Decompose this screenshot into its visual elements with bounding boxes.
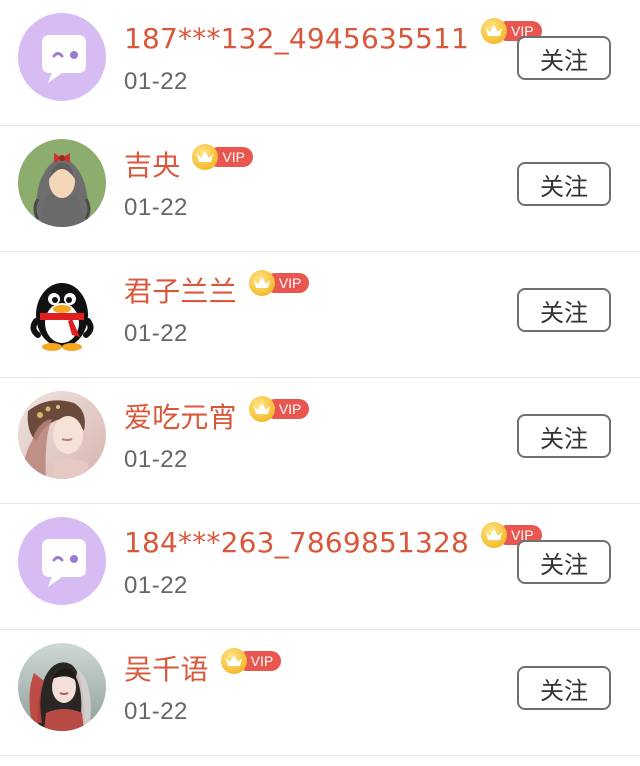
follow-date: 01-22 <box>124 194 188 221</box>
name-line: 184***263_7869851328 VIP <box>124 522 542 562</box>
default-chat-avatar-icon <box>18 517 106 605</box>
list-item[interactable]: 吉央 VIP 01-22 关注 <box>0 126 640 252</box>
user-name[interactable]: 184***263_7869851328 <box>124 526 469 559</box>
follow-date: 01-22 <box>124 320 188 347</box>
vip-badge: VIP <box>220 648 282 674</box>
default-chat-avatar-icon <box>18 13 106 101</box>
follow-button[interactable]: 关注 <box>517 36 611 80</box>
list-item[interactable]: 爱吃元宵 VIP 01-22 关注 <box>0 378 640 504</box>
name-line: 爱吃元宵 VIP <box>124 396 310 436</box>
ancient-girl-photo-avatar-icon <box>18 391 106 479</box>
list-item[interactable]: 君子兰兰 VIP 01-22 关注 <box>0 252 640 378</box>
girl-with-bow-avatar-icon <box>18 139 106 227</box>
follow-button[interactable]: 关注 <box>517 540 611 584</box>
vip-badge: VIP <box>248 270 310 296</box>
crown-icon <box>220 648 247 674</box>
vip-badge: VIP <box>248 396 310 422</box>
list-item[interactable]: 187***132_4945635511 VIP 01-22 关注 <box>0 0 640 126</box>
follow-button[interactable]: 关注 <box>517 414 611 458</box>
crown-icon <box>248 396 275 422</box>
avatar[interactable] <box>18 517 106 605</box>
follow-date: 01-22 <box>124 698 188 725</box>
crown-icon <box>248 270 275 296</box>
follow-list: 187***132_4945635511 VIP 01-22 关注 吉央 VIP… <box>0 0 640 756</box>
user-name[interactable]: 爱吃元宵 <box>124 396 237 436</box>
name-line: 君子兰兰 VIP <box>124 270 310 310</box>
name-line: 吴千语 VIP <box>124 648 282 688</box>
crown-icon <box>481 522 508 548</box>
follow-date: 01-22 <box>124 572 188 599</box>
list-item[interactable]: 184***263_7869851328 VIP 01-22 关注 <box>0 504 640 630</box>
avatar[interactable] <box>18 13 106 101</box>
hanfu-girl-photo-avatar-icon <box>18 643 106 731</box>
user-name[interactable]: 吉央 <box>124 144 180 184</box>
avatar[interactable] <box>18 265 106 353</box>
follow-button[interactable]: 关注 <box>517 666 611 710</box>
follow-button[interactable]: 关注 <box>517 162 611 206</box>
follow-date: 01-22 <box>124 68 188 95</box>
list-item[interactable]: 吴千语 VIP 01-22 关注 <box>0 630 640 756</box>
name-line: 吉央 VIP <box>124 144 253 184</box>
name-line: 187***132_4945635511 VIP <box>124 18 542 58</box>
avatar[interactable] <box>18 391 106 479</box>
avatar[interactable] <box>18 139 106 227</box>
user-name[interactable]: 187***132_4945635511 <box>124 22 469 55</box>
vip-badge: VIP <box>192 144 253 170</box>
crown-icon <box>481 18 508 44</box>
avatar[interactable] <box>18 643 106 731</box>
follow-date: 01-22 <box>124 446 188 473</box>
user-name[interactable]: 君子兰兰 <box>124 270 237 310</box>
penguin-avatar-icon <box>18 265 106 353</box>
follow-button[interactable]: 关注 <box>517 288 611 332</box>
user-name[interactable]: 吴千语 <box>124 648 209 688</box>
